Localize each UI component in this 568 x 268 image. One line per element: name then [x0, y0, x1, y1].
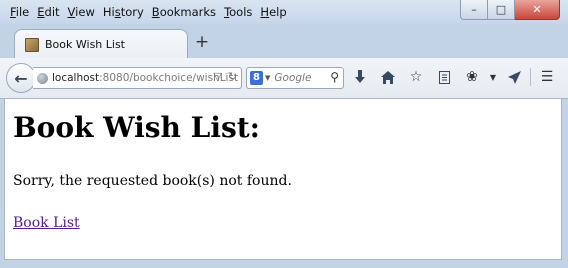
new-tab-button[interactable]: + — [194, 33, 210, 51]
send-icon[interactable] — [500, 66, 528, 88]
history-dropdown-icon[interactable]: ▽ — [213, 70, 221, 83]
minimize-button[interactable]: – — [460, 0, 488, 20]
tab-strip: Book Wish List + — [0, 24, 568, 59]
toolbar-separator — [530, 68, 531, 86]
back-button[interactable]: ← — [6, 63, 36, 93]
menu-file[interactable]: File — [6, 4, 33, 20]
search-engine-dropdown-icon[interactable]: ▼ — [265, 74, 270, 82]
menu-tools[interactable]: Tools — [220, 4, 256, 20]
url-bar[interactable]: localhost:8080/bookchoice/wishList ▽ ↻ — [33, 67, 242, 89]
page-content: Book Wish List: Sorry, the requested boo… — [4, 99, 562, 260]
navigation-bar: ← localhost:8080/bookchoice/wishList ▽ ↻… — [0, 58, 568, 99]
toolbar-icons: ☆ ❀ ▼ ☰ — [346, 66, 561, 88]
book-list-link[interactable]: Book List — [13, 215, 80, 231]
reading-list-icon[interactable] — [430, 66, 458, 88]
tab-title: Book Wish List — [45, 38, 125, 51]
menu-edit[interactable]: Edit — [33, 4, 63, 20]
menu-bookmarks[interactable]: Bookmarks — [148, 4, 220, 20]
downloads-icon[interactable] — [346, 66, 374, 88]
bookmark-star-icon[interactable]: ☆ — [402, 66, 430, 88]
tab-book-wish-list[interactable]: Book Wish List — [14, 29, 188, 59]
menu-view[interactable]: View — [64, 4, 99, 20]
browser-window: File Edit View History Bookmarks Tools H… — [0, 0, 568, 268]
url-text: localhost:8080/bookchoice/wishList — [52, 72, 239, 84]
maximize-button[interactable]: □ — [488, 0, 515, 20]
not-found-message: Sorry, the requested book(s) not found. — [13, 173, 292, 189]
addon-dropdown-icon[interactable]: ▼ — [486, 66, 500, 88]
menu-bar: File Edit View History Bookmarks Tools H… — [6, 4, 291, 20]
back-arrow-icon: ← — [14, 68, 28, 88]
home-icon[interactable] — [374, 66, 402, 88]
search-icon[interactable]: ⚲ — [330, 70, 339, 84]
menu-help[interactable]: Help — [256, 4, 290, 20]
page-title: Book Wish List: — [13, 111, 260, 144]
search-input[interactable]: Google — [274, 72, 311, 84]
menu-hamburger-icon[interactable]: ☰ — [533, 66, 561, 88]
site-identity-icon[interactable] — [37, 72, 48, 84]
close-button[interactable]: ✕ — [515, 0, 560, 20]
menu-history[interactable]: History — [99, 4, 148, 20]
search-bar[interactable]: 8 ▼ Google ⚲ — [246, 67, 344, 89]
addon-icon[interactable]: ❀ — [458, 66, 486, 88]
window-controls: – □ ✕ — [460, 0, 560, 20]
favicon-icon — [25, 37, 39, 52]
search-engine-icon[interactable]: 8 — [250, 71, 263, 85]
reload-icon[interactable]: ↻ — [228, 70, 237, 83]
title-bar: File Edit View History Bookmarks Tools H… — [0, 0, 568, 24]
